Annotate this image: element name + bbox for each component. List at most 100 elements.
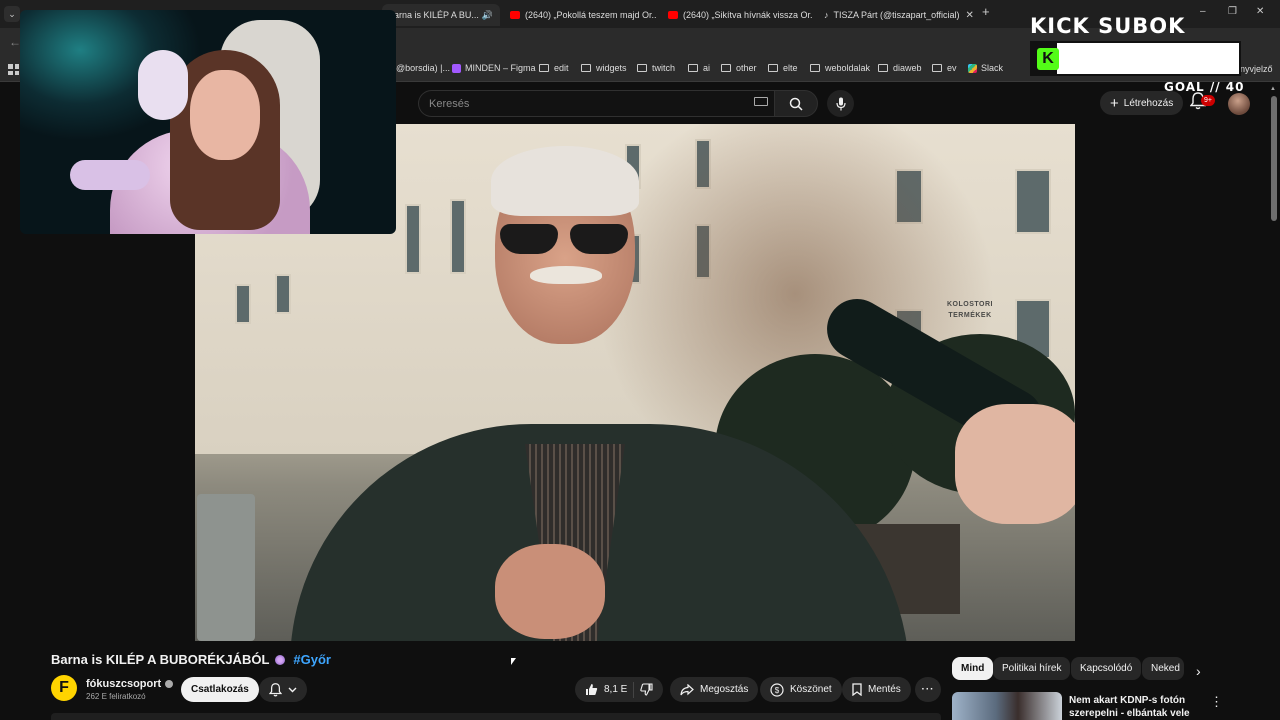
chip-political-news[interactable]: Politikai hírek [993,657,1071,680]
bookmark-icon [852,683,862,696]
bookmark-label: widgets [596,63,627,73]
speaker-icon: 🔊 [481,9,494,20]
new-tab-button[interactable]: + [982,4,990,19]
close-tab-icon[interactable]: ✕ [493,10,500,21]
share-button[interactable]: Megosztás [670,677,759,702]
chip-for-you[interactable]: Neked [1142,657,1184,680]
bookmark-folder[interactable]: ev [932,63,957,73]
streaming-microphone [70,160,150,190]
window [235,284,251,324]
tab-search-chevron-icon[interactable]: ⌄ [4,6,20,22]
bookmark-folder[interactable]: twitch [637,63,675,73]
subscription-notify-button[interactable] [259,677,307,702]
create-button[interactable]: + Létrehozás [1100,91,1184,115]
tiktok-icon: ♪ [824,10,829,20]
bookmarks-overflow[interactable]: nyvjelző [1240,64,1273,74]
thanks-button[interactable]: $ Köszönet [760,677,842,702]
recommendation-title[interactable]: Nem akart KDNP-s fotón szerepelni - elbá… [1069,694,1199,720]
thumbs-down-icon [640,683,653,696]
bookmark-item[interactable]: Slack [968,63,1003,73]
kick-subs-progress: K 95% [1030,41,1241,76]
window [405,204,421,274]
streamer-webcam [20,10,396,234]
recommendation-thumbnail[interactable] [952,692,1062,720]
join-button[interactable]: Csatlakozás [181,677,259,702]
chip-related[interactable]: Kapcsolódó [1071,657,1142,680]
video-hashtag[interactable]: #Győr [293,652,331,667]
more-horizontal-icon: ··· [921,684,935,695]
search-button[interactable] [774,90,818,117]
bookmark-item[interactable]: MINDEN – Figma [452,63,536,73]
voice-search-button[interactable] [827,90,854,117]
bookmark-label: Slack [981,63,1004,73]
thumbs-up-icon [586,684,598,695]
more-vertical-icon[interactable]: ⋮ [1210,694,1223,710]
bookmark-folder[interactable]: ai [688,63,710,73]
folder-icon [539,64,549,72]
chevron-right-icon[interactable]: › [1196,663,1201,679]
bookmark-label: @borsdia) |... [396,63,450,73]
bookmark-item[interactable]: @borsdia) |... [396,63,450,73]
tab-video-2[interactable]: (2640) „Pokollá teszem majd Or... ✕ [504,4,656,26]
bookmark-folder[interactable]: diaweb [878,63,922,73]
chip-all[interactable]: Mind [952,657,994,680]
video-title-text: Barna is KILÉP A BUBORÉKJÁBÓL [51,652,270,667]
apps-grid-icon[interactable] [8,64,19,75]
tab-active-video[interactable]: Barna is KILÉP A BU... 🔊 ✕ [382,4,500,26]
channel-avatar[interactable]: F [51,675,77,701]
tab-label: TISZA Párt (@tiszapart_official) [833,10,960,20]
like-button[interactable]: 8,1 E [585,683,627,696]
account-avatar[interactable] [1228,93,1250,115]
svg-text:$: $ [775,686,780,695]
scrollbar-thumb[interactable] [1271,96,1277,221]
search-input[interactable]: Keresés [418,90,774,117]
folder-icon [768,64,778,72]
window [275,274,291,314]
bookmark-folder[interactable]: edit [539,63,569,73]
subscriber-count: 262 E feliratkozó [86,692,146,701]
divider [633,681,635,698]
bookmark-label: ev [947,63,957,73]
channel-name[interactable]: fókuszcsoport [86,678,174,690]
man-hair [491,146,639,216]
tab-tiktok[interactable]: ♪ TISZA Párt (@tiszapart_official) ✕ [818,4,974,26]
share-arrow-icon [680,683,694,695]
microphone-icon [835,97,846,110]
maximize-button[interactable]: ❐ [1228,6,1237,17]
bookmark-folder[interactable]: weboldalak [810,63,870,73]
bookmark-folder[interactable]: elte [768,63,798,73]
save-button[interactable]: Mentés [842,677,911,702]
share-label: Megosztás [700,684,749,695]
bell-icon [269,682,282,696]
sub-goal-label: GOAL // 40 [1164,80,1245,94]
keyboard-icon[interactable] [754,97,768,106]
gesturing-hand [495,544,605,639]
youtube-icon [668,11,678,19]
youtube-icon [510,11,520,19]
window [450,199,466,274]
minimize-button[interactable]: – [1200,6,1206,17]
create-label: Létrehozás [1123,97,1174,109]
interviewer-hand [955,404,1075,524]
close-window-button[interactable]: ✕ [1256,6,1264,17]
mustache [530,266,602,284]
more-actions-button[interactable]: ··· [915,677,941,702]
sunglasses [500,224,630,256]
window [1015,169,1051,234]
bookmark-label: twitch [652,63,676,73]
description-box[interactable] [51,713,941,720]
close-tab-icon[interactable]: ✕ [960,10,974,21]
folder-icon [721,64,731,72]
bookmark-folder[interactable]: widgets [581,63,627,73]
folder-icon [637,64,647,72]
tab-label: (2640) „Pokollá teszem majd Or... [525,10,656,20]
thanks-label: Köszönet [790,684,832,695]
dislike-button[interactable] [640,683,653,696]
bookmark-label: weboldalak [825,63,871,73]
headphones [138,50,188,120]
bookmark-folder[interactable]: other [721,63,757,73]
bookmark-label: ai [703,63,711,73]
scroll-up-arrow-icon[interactable]: ▲ [1270,86,1276,92]
tab-video-3[interactable]: (2640) „Sikítva hívnák vissza Or... ✕ [662,4,812,26]
search-icon [789,97,803,111]
